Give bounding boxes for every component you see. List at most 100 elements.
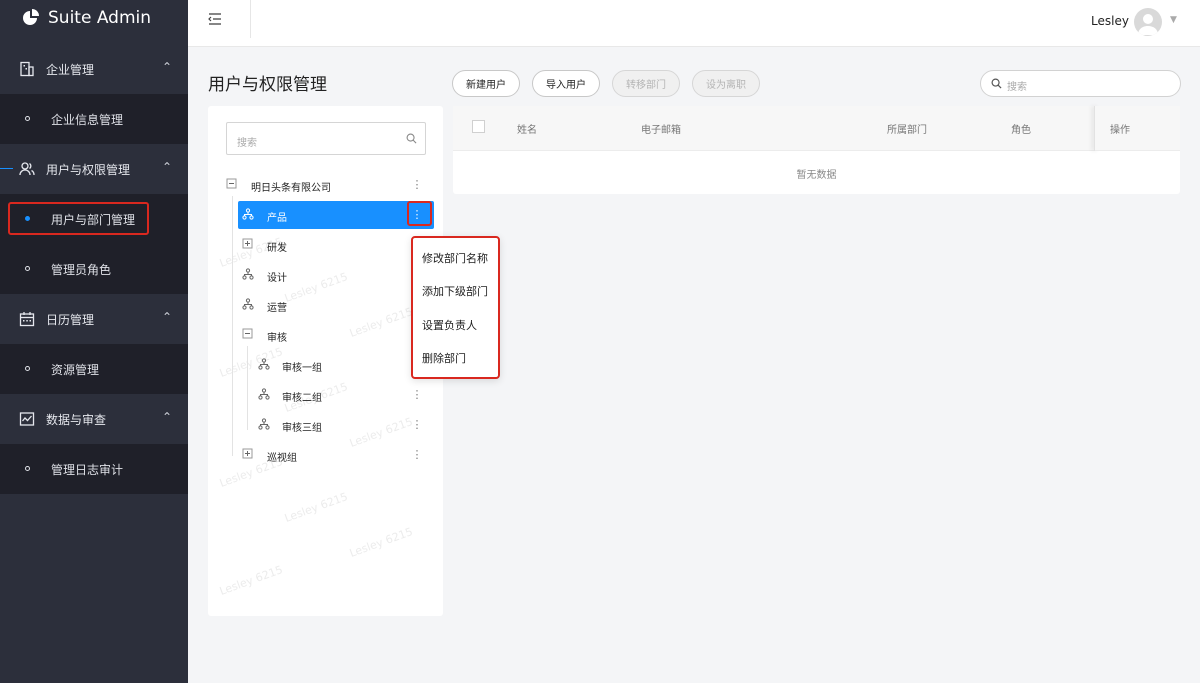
org-node-icon xyxy=(258,418,270,430)
set-leave-button[interactable]: 设为离职 xyxy=(692,70,760,97)
column-header-actions: 操作 xyxy=(1110,125,1130,136)
sidebar-item-admin-role[interactable]: 管理员角色 xyxy=(0,244,188,294)
app-logo[interactable]: Suite Admin xyxy=(22,8,151,28)
chevron-up-icon: ⌃ xyxy=(162,410,173,424)
chevron-up-icon: ⌃ xyxy=(162,310,173,324)
tree-node-label: 审核三组 xyxy=(282,423,322,434)
empty-state-text: 暂无数据 xyxy=(796,170,837,181)
watermark: Lesley 6215 xyxy=(217,563,285,598)
sidebar-item-label: 企业信息管理 xyxy=(51,113,124,127)
user-table: 姓名 电子邮箱 所属部门 角色 操作 暂无数据 xyxy=(453,106,1180,194)
fixed-column-divider xyxy=(1094,106,1100,151)
sidebar-group-label: 用户与权限管理 xyxy=(46,163,131,177)
menu-item-rename-dept[interactable]: 修改部门名称 xyxy=(422,250,488,266)
tree-node-review-1[interactable]: 审核一组 xyxy=(254,351,430,379)
sidebar-item-label: 资源管理 xyxy=(51,363,100,377)
tree-node-label: 研发 xyxy=(267,243,287,254)
sidebar-group-calendar[interactable]: 日历管理 ⌃ xyxy=(0,294,188,344)
tree-node-product[interactable]: 产品 ⋮ xyxy=(238,201,434,229)
tree-node-review-2[interactable]: 审核二组 ⋮ xyxy=(254,381,430,409)
more-icon[interactable]: ⋮ xyxy=(408,385,426,405)
divider xyxy=(250,0,251,38)
search-icon xyxy=(991,78,1002,89)
tree-node-label: 审核二组 xyxy=(282,393,322,404)
users-icon xyxy=(19,162,35,176)
chevron-up-icon: ⌃ xyxy=(162,60,173,74)
column-header-name[interactable]: 姓名 xyxy=(517,121,537,136)
tree-guide-line xyxy=(247,346,248,430)
department-tree-panel: Lesley 6215 Lesley 6215 Lesley 6215 Lesl… xyxy=(208,106,443,616)
avatar[interactable] xyxy=(1134,8,1162,36)
app-title: Suite Admin xyxy=(48,8,151,28)
menu-item-add-subdept[interactable]: 添加下级部门 xyxy=(422,283,488,299)
tree-node-label: 巡视组 xyxy=(267,453,297,464)
tree-node-label: 设计 xyxy=(267,273,287,284)
watermark: Lesley 6215 xyxy=(347,525,415,560)
more-icon[interactable]: ⋮ xyxy=(408,175,426,195)
bullet-icon xyxy=(25,116,30,121)
expand-icon[interactable] xyxy=(242,448,254,460)
tree-node-label: 运营 xyxy=(267,303,287,314)
more-icon[interactable]: ⋮ xyxy=(408,415,426,435)
import-user-button[interactable]: 导入用户 xyxy=(532,70,600,97)
sidebar-group-data-review[interactable]: 数据与审查 ⌃ xyxy=(0,394,188,444)
tree-node-label: 审核一组 xyxy=(282,363,322,374)
org-node-icon xyxy=(258,358,270,370)
menu-item-delete-dept[interactable]: 删除部门 xyxy=(422,350,466,366)
chevron-up-icon: ⌃ xyxy=(162,160,173,174)
tree-node-design[interactable]: 设计 xyxy=(238,261,430,289)
tree-node-inspection[interactable]: 巡视组 ⋮ xyxy=(238,441,430,469)
sidebar-item-label: 管理员角色 xyxy=(51,263,112,277)
more-icon[interactable]: ⋮ xyxy=(408,445,426,465)
page-title: 用户与权限管理 xyxy=(208,75,327,95)
tree-node-rd[interactable]: 研发 xyxy=(238,231,430,259)
column-header-role[interactable]: 角色 xyxy=(1011,121,1031,136)
tree-node-review-3[interactable]: 审核三组 ⋮ xyxy=(254,411,430,439)
menu-item-set-leader[interactable]: 设置负责人 xyxy=(422,317,477,333)
search-placeholder: 搜索 xyxy=(1007,82,1027,93)
sidebar-group-label: 日历管理 xyxy=(46,313,95,327)
tree-node-root[interactable]: 明日头条有限公司 ⋮ xyxy=(224,171,430,199)
highlight-box xyxy=(407,201,432,226)
caret-down-icon[interactable]: ▼ xyxy=(1170,15,1177,25)
select-all-checkbox[interactable] xyxy=(472,120,485,133)
org-node-icon xyxy=(242,268,254,280)
user-avatar-icon xyxy=(1138,14,1158,35)
tree-node-review[interactable]: 审核 xyxy=(238,321,430,349)
collapse-icon[interactable] xyxy=(242,328,254,340)
user-search-input[interactable]: 搜索 xyxy=(980,70,1181,97)
transfer-dept-button[interactable]: 转移部门 xyxy=(612,70,680,97)
org-node-icon xyxy=(242,208,254,220)
calendar-icon xyxy=(19,312,35,327)
search-placeholder: 搜索 xyxy=(237,138,257,149)
menu-fold-icon[interactable] xyxy=(208,12,222,26)
column-header-email[interactable]: 电子邮箱 xyxy=(641,121,681,136)
context-menu: 修改部门名称 添加下级部门 设置负责人 删除部门 xyxy=(411,236,500,379)
sidebar: Suite Admin 企业管理 ⌃ 企业信息管理 用户与权限管理 ⌃ 用户与部… xyxy=(0,0,188,683)
new-user-button[interactable]: 新建用户 xyxy=(452,70,520,97)
bullet-icon xyxy=(25,366,30,371)
table-header: 姓名 电子邮箱 所属部门 角色 操作 xyxy=(453,106,1180,151)
user-name[interactable]: Lesley xyxy=(1091,14,1129,28)
active-indicator xyxy=(0,168,13,169)
tree-search-input[interactable]: 搜索 xyxy=(226,122,426,155)
org-node-icon xyxy=(242,298,254,310)
sidebar-group-label: 数据与审查 xyxy=(46,413,107,427)
sidebar-group-users[interactable]: 用户与权限管理 ⌃ xyxy=(0,144,188,194)
expand-icon[interactable] xyxy=(242,238,254,250)
sidebar-item-resource[interactable]: 资源管理 xyxy=(0,344,188,394)
sidebar-item-audit-log[interactable]: 管理日志审计 xyxy=(0,444,188,494)
sidebar-group-label: 企业管理 xyxy=(46,63,95,77)
collapse-icon[interactable] xyxy=(226,178,238,190)
tree-node-operations[interactable]: 运营 xyxy=(238,291,430,319)
column-header-dept[interactable]: 所属部门 xyxy=(887,121,927,136)
sidebar-item-enterprise-info[interactable]: 企业信息管理 xyxy=(0,94,188,144)
search-icon xyxy=(406,133,417,144)
org-node-icon xyxy=(258,388,270,400)
bullet-icon xyxy=(25,466,30,471)
tree-guide-line xyxy=(232,196,233,456)
building-icon xyxy=(20,61,34,77)
tree-node-label: 明日头条有限公司 xyxy=(251,183,331,194)
chart-monitor-icon xyxy=(19,412,35,426)
sidebar-group-enterprise[interactable]: 企业管理 ⌃ xyxy=(0,44,188,94)
